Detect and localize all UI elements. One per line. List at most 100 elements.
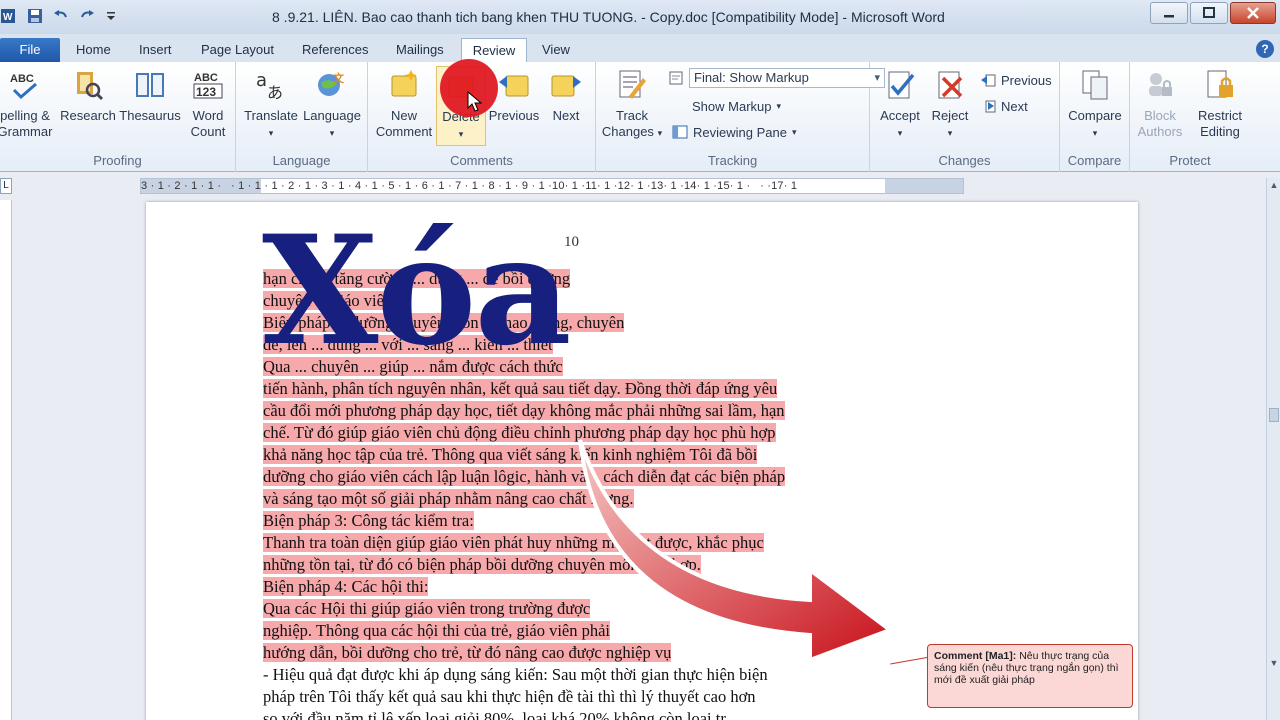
- markup-mode-select[interactable]: Final: Show Markup: [689, 68, 885, 88]
- new-comment-label-2: Comment: [375, 124, 433, 139]
- comment-label: Comment [Ma1]:: [934, 650, 1017, 662]
- proofing-group: ABC pelling & Grammar Research Thesaurus…: [0, 62, 236, 172]
- restrict-editing-label-2: Editing: [1200, 124, 1240, 139]
- compare-button[interactable]: Compare ▾: [1062, 68, 1128, 141]
- reject-label: Reject: [931, 108, 969, 123]
- svg-text:文: 文: [333, 71, 345, 85]
- tab-page-layout[interactable]: Page Layout: [195, 38, 280, 62]
- accept-label: Accept: [880, 108, 920, 123]
- show-markup-button[interactable]: Show Markup ▾: [692, 96, 781, 116]
- next-change-button[interactable]: Next: [980, 96, 1028, 116]
- redo-icon[interactable]: [78, 7, 96, 25]
- tab-home[interactable]: Home: [70, 38, 117, 62]
- markup-mode-dropdown[interactable]: Final: Show Markup: [668, 68, 885, 88]
- compare-group-label: Compare: [1067, 153, 1122, 168]
- reviewing-pane-label: Reviewing Pane: [693, 124, 787, 140]
- track-changes-label-2: Changes: [601, 124, 654, 139]
- compare-group: Compare ▾ Compare: [1060, 62, 1130, 172]
- body-text: pháp trên Tôi thấy kết quả sau khi thực …: [263, 687, 756, 706]
- next-change-icon: [980, 98, 996, 114]
- track-changes-button[interactable]: Track Changes ▾: [598, 68, 666, 141]
- spelling-icon: ABC: [10, 73, 37, 100]
- new-comment-icon: [391, 70, 417, 97]
- scroll-thumb[interactable]: [1269, 408, 1279, 422]
- word-count-label: Word: [192, 108, 224, 123]
- protect-group: Block Authors Restrict Editing Protect: [1130, 62, 1250, 172]
- language-group-label: Language: [272, 153, 331, 168]
- reviewing-pane-button[interactable]: Reviewing Pane ▾: [672, 122, 796, 142]
- close-button[interactable]: [1230, 2, 1276, 24]
- show-markup-label: Show Markup: [692, 98, 772, 114]
- research-button[interactable]: Research: [60, 68, 116, 124]
- reviewing-pane-icon: [672, 124, 688, 140]
- spelling-grammar-button[interactable]: ABC pelling & Grammar: [0, 68, 56, 140]
- block-authors-label-2: Authors: [1137, 124, 1183, 139]
- tab-view[interactable]: View: [536, 38, 576, 62]
- previous-comment-icon: [499, 75, 529, 97]
- tracking-group-label: Tracking: [707, 153, 758, 168]
- reject-button[interactable]: Reject ▾: [926, 68, 974, 141]
- previous-change-button[interactable]: Previous: [980, 70, 1052, 90]
- document-line[interactable]: cầu đổi mới phương pháp dạy học, tiết dạ…: [263, 400, 883, 422]
- accept-button[interactable]: Accept ▾: [874, 68, 926, 141]
- next-comment-button[interactable]: Next: [544, 68, 588, 124]
- svg-text:W: W: [3, 12, 13, 23]
- thesaurus-icon: [136, 73, 164, 97]
- block-authors-label: Block: [1144, 108, 1176, 123]
- changes-group: Accept ▾ Reject ▾ Previous Next Changes: [870, 62, 1060, 172]
- tracking-group: Track Changes ▾ Final: Show Markup Show …: [596, 62, 885, 172]
- new-comment-label: New: [390, 108, 417, 123]
- help-icon[interactable]: ?: [1256, 40, 1274, 58]
- word-count-icon: ABC123: [193, 72, 223, 99]
- next-comment-icon: [551, 75, 581, 97]
- vertical-ruler[interactable]: [0, 200, 12, 720]
- translate-button[interactable]: aあ Translate ▾: [242, 68, 300, 141]
- tab-selector[interactable]: L: [0, 178, 12, 194]
- title-bar: W 8 .9.21. LIÊN. Bao cao thanh tich bang…: [0, 0, 1280, 34]
- restrict-editing-label: Restrict: [1197, 108, 1243, 123]
- svg-text:あ: あ: [267, 83, 283, 102]
- document-line[interactable]: pháp trên Tôi thấy kết quả sau khi thực …: [263, 686, 883, 708]
- restore-button[interactable]: [1190, 2, 1228, 24]
- next-comment-label: Next: [552, 108, 580, 123]
- tab-mailings[interactable]: Mailings: [390, 38, 450, 62]
- restrict-editing-icon: [1207, 70, 1233, 98]
- track-changes-label: Track: [615, 108, 649, 123]
- vertical-scrollbar[interactable]: ▲ ▼: [1266, 178, 1280, 720]
- word-count-label-2: Count: [190, 124, 226, 139]
- changes-group-label: Changes: [938, 153, 991, 168]
- ribbon: ABC pelling & Grammar Research Thesaurus…: [0, 62, 1280, 172]
- previous-change-icon: [980, 72, 996, 88]
- scroll-up-icon[interactable]: ▲: [1268, 180, 1280, 194]
- restrict-editing-button[interactable]: Restrict Editing: [1190, 68, 1250, 140]
- word-app-icon[interactable]: W: [0, 7, 18, 25]
- body-text: so với đầu năm tỉ lệ xếp loại giỏi 80%, …: [263, 709, 738, 720]
- svg-text:a: a: [256, 70, 267, 91]
- highlighted-text: nghiệp. Thông qua các hội thi của trẻ, g…: [263, 621, 611, 640]
- grammar-label: Grammar: [0, 124, 53, 139]
- ruler-right-margin: [885, 179, 963, 193]
- language-button[interactable]: 文 Language ▾: [300, 68, 364, 141]
- minimize-button[interactable]: [1150, 2, 1188, 24]
- thesaurus-button[interactable]: Thesaurus: [118, 68, 182, 124]
- new-comment-button[interactable]: New Comment: [372, 68, 436, 140]
- tab-references[interactable]: References: [296, 38, 374, 62]
- document-line[interactable]: - Hiệu quả đạt được khi áp dụng sáng kiế…: [263, 664, 883, 686]
- compare-label: Compare: [1068, 108, 1122, 123]
- undo-icon[interactable]: [52, 7, 70, 25]
- block-authors-button[interactable]: Block Authors: [1132, 68, 1188, 140]
- scroll-down-icon[interactable]: ▼: [1268, 658, 1280, 672]
- accept-icon: [888, 71, 915, 99]
- save-icon[interactable]: [26, 7, 44, 25]
- comment-balloon[interactable]: Comment [Ma1]: Nêu thực trạng của sáng k…: [927, 644, 1133, 708]
- compare-icon: [1082, 70, 1108, 100]
- customize-qat-icon[interactable]: [104, 7, 122, 25]
- document-line[interactable]: so với đầu năm tỉ lệ xếp loại giỏi 80%, …: [263, 708, 883, 720]
- track-changes-icon: [619, 70, 646, 99]
- word-count-button[interactable]: ABC 123 Word Count: [184, 68, 232, 140]
- next-change-label: Next: [1001, 98, 1028, 114]
- tab-file[interactable]: File: [0, 38, 60, 62]
- language-group: aあ Translate ▾ 文 Language ▾ Language: [236, 62, 368, 172]
- translate-icon: aあ: [256, 70, 283, 102]
- tab-insert[interactable]: Insert: [133, 38, 178, 62]
